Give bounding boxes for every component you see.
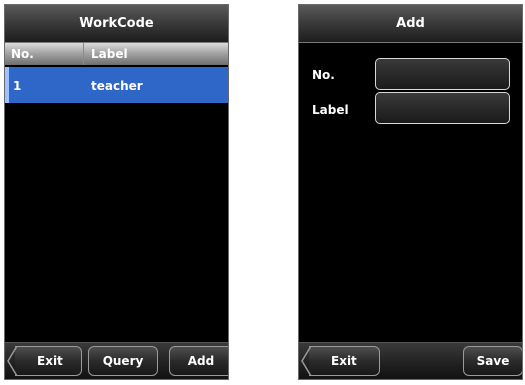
column-divider [83,43,84,65]
no-input[interactable] [375,58,510,90]
bottom-toolbar: Exit Query Add [5,342,228,379]
add-button-label: Add [187,354,215,368]
row-label-cell: teacher [91,79,143,93]
column-header-label: Label [91,47,128,61]
label-field-label: Label [312,103,349,117]
back-arrow-icon [7,346,18,376]
save-button[interactable]: Save [463,346,522,376]
no-field-label: No. [312,68,335,82]
exit-button-label: Exit [37,354,63,368]
query-button[interactable]: Query [88,346,158,376]
table-header: No. Label [5,43,228,65]
query-button-label: Query [102,354,144,368]
exit-button[interactable]: Exit [7,346,82,376]
exit-button-label: Exit [331,354,357,368]
back-arrow-icon [301,346,312,376]
workcode-list-screen: WorkCode No. Label 1 teacher Exit Query … [4,4,229,380]
add-button[interactable]: Add [169,346,228,376]
row-no-cell: 1 [13,79,22,93]
screen-title: WorkCode [5,5,228,43]
table-row[interactable]: 1 teacher [5,67,228,103]
screen-title: Add [299,5,522,43]
add-workcode-screen: Add No. Label Exit Save [298,4,523,380]
label-input[interactable] [375,92,510,124]
bottom-toolbar: Exit Save [299,342,522,379]
save-button-label: Save [476,354,510,368]
column-header-no: No. [11,47,34,61]
exit-button[interactable]: Exit [301,346,380,376]
